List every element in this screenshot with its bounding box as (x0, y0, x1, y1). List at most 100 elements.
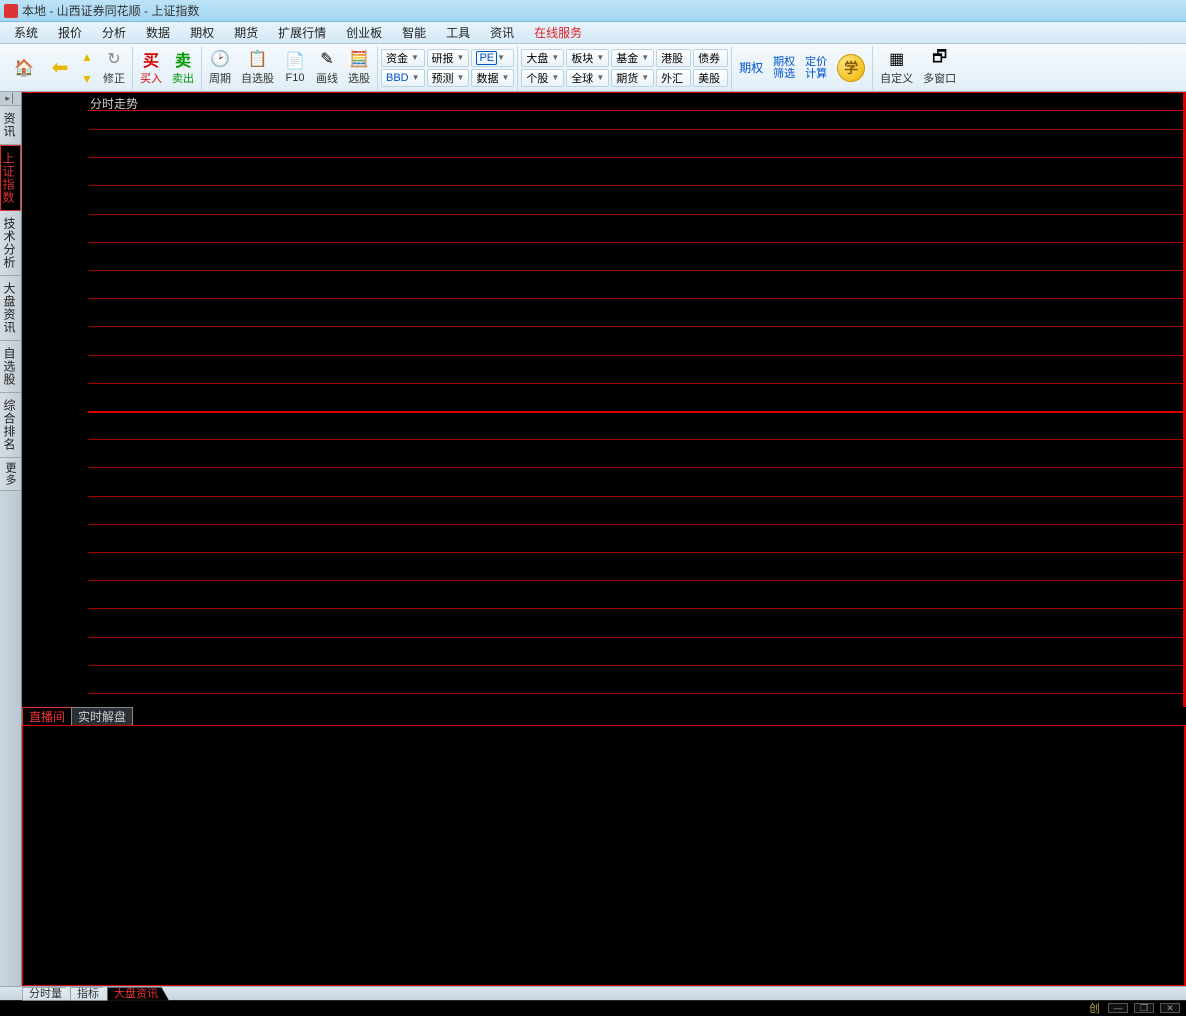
chart-gridline (88, 326, 1184, 327)
chevron-down-icon: ▼ (596, 53, 604, 62)
sidebar-item-more[interactable]: 更多 (0, 458, 21, 491)
custom-button[interactable]: ▦自定义 (875, 47, 918, 89)
chart-grid (88, 93, 1184, 707)
learn-button[interactable]: 学 (832, 47, 870, 89)
back-button[interactable]: ⬅ (44, 47, 76, 89)
sidebar-item-tech[interactable]: 技术分析 (0, 211, 21, 276)
fx-button[interactable]: 外汇 (656, 69, 691, 87)
learn-icon: 学 (837, 54, 865, 82)
hk-button[interactable]: 港股 (656, 49, 691, 67)
menu-news[interactable]: 资讯 (480, 22, 524, 43)
child-min-button[interactable]: — (1108, 1003, 1128, 1013)
chart-top-border (88, 110, 1184, 111)
dd-market[interactable]: 大盘▼ (521, 49, 564, 67)
dd-stock-label: 个股 (526, 70, 551, 86)
option-button[interactable]: 期权 (734, 47, 768, 89)
dd-futures-label: 期货 (616, 70, 641, 86)
chart-gridline (88, 355, 1184, 356)
pencil-icon: ✎ (320, 49, 333, 69)
child-close-button[interactable]: ✕ (1160, 1003, 1180, 1013)
menu-online-service[interactable]: 在线服务 (524, 22, 592, 43)
chart-gridline (88, 608, 1184, 609)
intraday-chart[interactable]: 分时走势 (22, 92, 1186, 707)
dd-fund[interactable]: 基金▼ (611, 49, 654, 67)
sell-label: 卖出 (172, 70, 194, 86)
chart-title: 分时走势 (90, 93, 138, 114)
drawline-label: 画线 (316, 70, 338, 86)
multiwin-button[interactable]: 🗗多窗口 (918, 47, 961, 89)
us-button[interactable]: 美股 (693, 69, 728, 87)
menu-quote[interactable]: 报价 (48, 22, 92, 43)
option-filter-button[interactable]: 期权 筛选 (768, 47, 800, 89)
dd-capital[interactable]: 资金▼ (381, 49, 425, 67)
dd-bbd[interactable]: BBD▼ (381, 69, 425, 87)
chevron-down-icon: ▼ (551, 73, 559, 82)
select-button[interactable]: 🧮选股 (343, 47, 375, 89)
bottom-tab-market-news[interactable]: 大盘资讯 (107, 987, 169, 1001)
refresh-button[interactable]: ↻修正 (98, 47, 130, 89)
bottom-tab-volume[interactable]: 分时量 (22, 987, 73, 1001)
dd-sector[interactable]: 板块▼ (566, 49, 609, 67)
pricing-button[interactable]: 定价 计算 (800, 47, 832, 89)
bottom-tab-indicator[interactable]: 指标 (70, 987, 110, 1001)
chevron-down-icon: ▼ (551, 53, 559, 62)
statusbar: 创 — ❐ ✕ (0, 1000, 1186, 1014)
child-window-controls: — ❐ ✕ (1108, 1003, 1186, 1013)
menu-data[interactable]: 数据 (136, 22, 180, 43)
menu-system[interactable]: 系统 (4, 22, 48, 43)
child-restore-button[interactable]: ❐ (1134, 1003, 1154, 1013)
arrow-down-icon: ▼ (81, 70, 93, 88)
dd-futures[interactable]: 期货▼ (611, 69, 654, 87)
optional-button[interactable]: 📋自选股 (236, 47, 279, 89)
custom-label: 自定义 (880, 70, 913, 86)
f10-button[interactable]: 📄F10 (279, 47, 311, 89)
home-button[interactable]: 🏠 (4, 47, 44, 89)
period-label: 周期 (209, 70, 231, 86)
dd-global-label: 全球 (571, 70, 596, 86)
lower-tab-commentary[interactable]: 实时解盘 (71, 707, 133, 725)
titlebar: 本地 - 山西证券同花顺 - 上证指数 (0, 0, 1186, 22)
buy-button[interactable]: 买买入 (135, 47, 167, 89)
sidebar-item-ranking[interactable]: 综合排名 (0, 393, 21, 458)
chart-gridline (88, 552, 1184, 553)
dd-data[interactable]: 数据▼ (471, 69, 514, 87)
dd-stock[interactable]: 个股▼ (521, 69, 564, 87)
option-label: 期权 (739, 59, 763, 76)
chart-gridline (88, 467, 1184, 468)
refresh-label: 修正 (103, 70, 125, 86)
grid-icon: ▦ (889, 49, 904, 69)
dd-market-label: 大盘 (526, 50, 551, 66)
sidebar: ▸│ 资讯 上证指数 技术分析 大盘资讯 自选股 综合排名 更多 (0, 92, 22, 986)
sidebar-item-sse-index[interactable]: 上证指数 (0, 145, 21, 211)
menu-options[interactable]: 期权 (180, 22, 224, 43)
dd-forecast[interactable]: 预测▼ (427, 69, 470, 87)
sidebar-item-watchlist[interactable]: 自选股 (0, 341, 21, 393)
sidebar-handle[interactable]: ▸│ (0, 92, 21, 106)
menu-gem[interactable]: 创业板 (336, 22, 392, 43)
menu-analysis[interactable]: 分析 (92, 22, 136, 43)
chart-gridline (88, 129, 1184, 130)
chevron-down-icon: ▼ (641, 53, 649, 62)
lower-tab-live[interactable]: 直播间 (22, 707, 72, 725)
menu-tools[interactable]: 工具 (436, 22, 480, 43)
nav-down-button[interactable]: ▼ (77, 69, 97, 89)
menu-futures[interactable]: 期货 (224, 22, 268, 43)
chart-gridline (88, 693, 1184, 694)
sell-button[interactable]: 卖卖出 (167, 47, 199, 89)
bond-button[interactable]: 债券 (693, 49, 728, 67)
nav-up-button[interactable]: ▲ (77, 47, 97, 67)
dd-pe[interactable]: PE▼ (471, 49, 514, 67)
dd-global[interactable]: 全球▼ (566, 69, 609, 87)
select-label: 选股 (348, 70, 370, 86)
period-button[interactable]: 🕑周期 (204, 47, 236, 89)
chart-gridline (88, 298, 1184, 299)
sidebar-item-market-news[interactable]: 大盘资讯 (0, 276, 21, 341)
sidebar-item-news[interactable]: 资讯 (0, 106, 21, 145)
lower-panel: 直播间 实时解盘 (22, 707, 1186, 986)
chart-column: 分时走势 直播间 实时解盘 (22, 92, 1186, 986)
chart-gridline (88, 242, 1184, 243)
menu-ext-quotes[interactable]: 扩展行情 (268, 22, 336, 43)
dd-research[interactable]: 研报▼ (427, 49, 470, 67)
drawline-button[interactable]: ✎画线 (311, 47, 343, 89)
menu-smart[interactable]: 智能 (392, 22, 436, 43)
